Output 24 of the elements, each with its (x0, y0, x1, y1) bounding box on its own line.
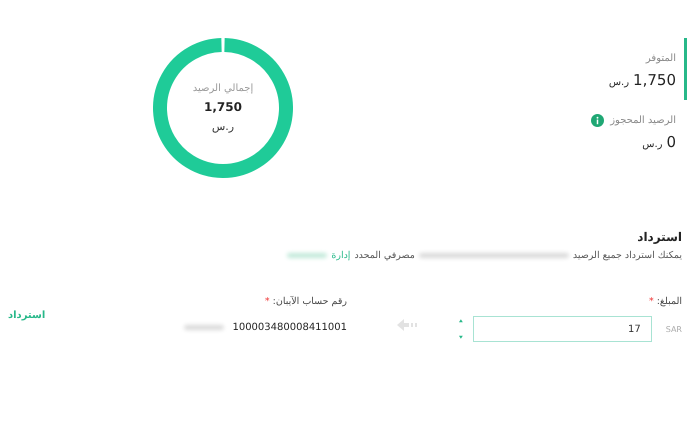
amount-field[interactable]: 17 (472, 316, 652, 342)
iban-label: رقم حساب الآيبان: (272, 296, 347, 307)
currency-code: SAR (666, 324, 682, 334)
reserved-amount: 0 (666, 133, 676, 151)
refund-button[interactable]: استرداد (8, 310, 46, 321)
total-balance-amount: 1,750 (204, 100, 242, 114)
description-text: يمكنك استرداد جميع الرصيد (572, 250, 682, 261)
info-icon[interactable] (591, 114, 604, 127)
total-balance-label: إجمالي الرصيد (192, 83, 254, 94)
description-text: مصرفي المحدد (354, 250, 415, 261)
available-label: المتوفر (646, 53, 676, 64)
currency-label: ر.س (212, 120, 234, 133)
reserved-label: الرصيد المحجوز (610, 115, 676, 126)
required-mark: * (264, 296, 270, 307)
currency-label: ر.س (642, 139, 662, 150)
manage-link[interactable]: إدارة (331, 250, 350, 261)
amount-label: المبلغ: (656, 296, 682, 307)
section-title: استرداد (636, 230, 682, 244)
currency-label: ر.س (608, 77, 630, 88)
available-amount: 1,750 (633, 71, 676, 89)
spinner-icon[interactable] (457, 317, 465, 341)
iban-value: 100003480008411001 (232, 322, 347, 333)
required-mark: * (648, 296, 654, 307)
arrow-icon (397, 319, 417, 331)
